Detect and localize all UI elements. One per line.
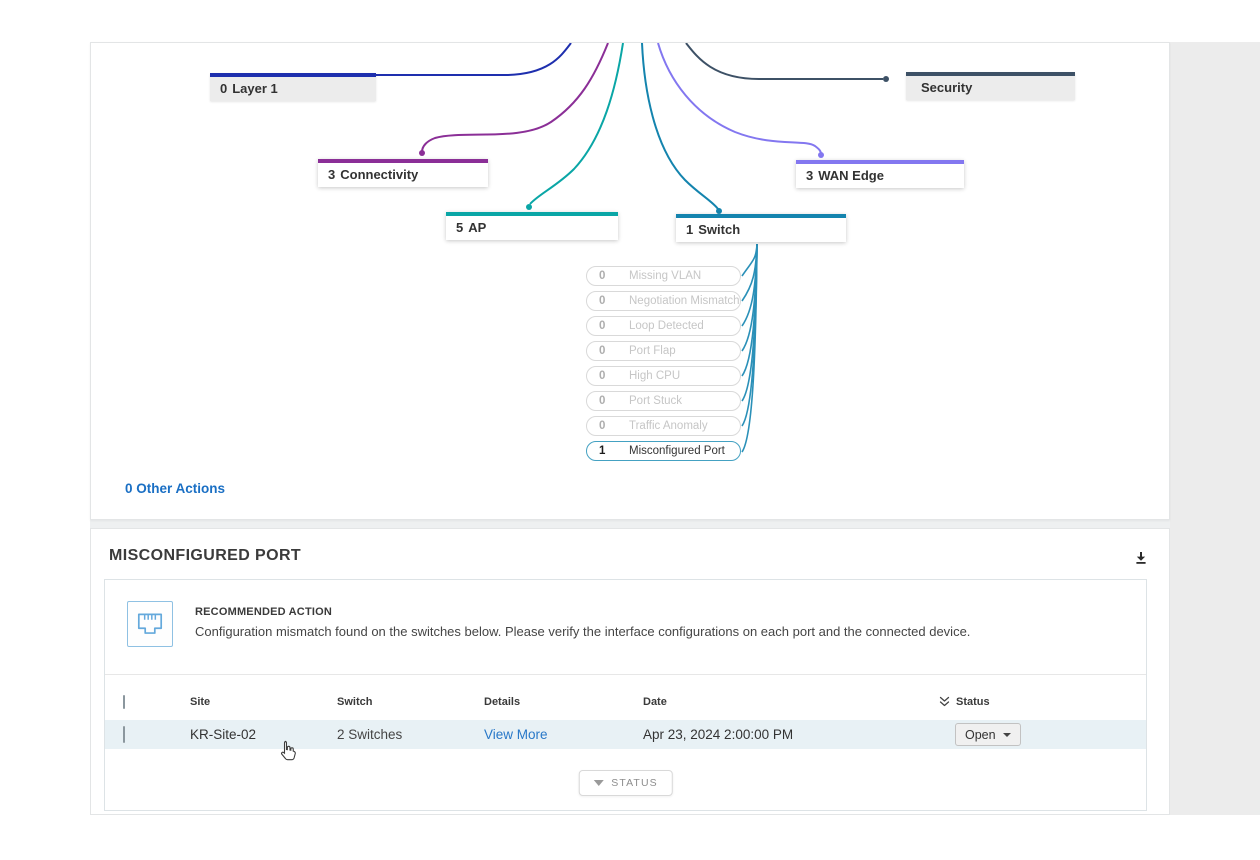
category-name: Security <box>921 80 972 95</box>
category-count: 3 <box>328 167 335 182</box>
switch-issue-list: 0Missing VLAN 0Negotiation Mismatch 0Loo… <box>586 266 741 461</box>
issue-pill-negotiation-mismatch: 0Negotiation Mismatch <box>586 291 741 311</box>
panel-gap <box>90 520 1170 528</box>
category-name: Layer 1 <box>232 81 278 96</box>
row-checkbox[interactable] <box>123 726 125 743</box>
table-row[interactable]: KR-Site-02 2 Switches View More Apr 23, … <box>105 720 1146 749</box>
category-name: Connectivity <box>340 167 418 182</box>
issue-pill-misconfigured-port[interactable]: 1Misconfigured Port <box>586 441 741 461</box>
download-glyph <box>1133 550 1149 566</box>
section-title: MISCONFIGURED PORT <box>109 547 301 565</box>
caret-down-icon <box>1003 733 1011 737</box>
category-name: WAN Edge <box>818 168 884 183</box>
column-header-details: Details <box>484 696 643 708</box>
page-gutter <box>1170 42 1260 815</box>
issue-pill-port-stuck: 0Port Stuck <box>586 391 741 411</box>
recommended-action-description: Configuration mismatch found on the swit… <box>195 624 1095 639</box>
connector-dot-ap <box>526 204 532 210</box>
connector-dot-wan-edge <box>818 152 824 158</box>
connector-layer1 <box>376 43 571 75</box>
column-header-switch: Switch <box>337 696 484 708</box>
column-header-status: Status <box>956 696 990 708</box>
misconfigured-port-panel: MISCONFIGURED PORT RECOMMENDED ACTION Co… <box>90 528 1170 815</box>
category-count: 3 <box>806 168 813 183</box>
other-actions-link[interactable]: 0 Other Actions <box>125 481 225 496</box>
issue-pill-traffic-anomaly: 0Traffic Anomaly <box>586 416 741 436</box>
category-card-connectivity[interactable]: 3 Connectivity <box>318 159 488 187</box>
status-filter-label: STATUS <box>611 777 657 789</box>
category-count: 1 <box>686 222 693 237</box>
view-more-link[interactable]: View More <box>484 727 548 742</box>
category-name: AP <box>468 220 486 235</box>
ethernet-port-icon <box>127 601 173 647</box>
category-card-wan-edge[interactable]: 3 WAN Edge <box>796 160 964 188</box>
row-status-dropdown[interactable]: Open <box>955 723 1021 746</box>
connector-security <box>686 43 883 79</box>
recommended-action-heading: RECOMMENDED ACTION <box>195 606 332 618</box>
issue-pill-missing-vlan: 0Missing VLAN <box>586 266 741 286</box>
connector-switch <box>642 43 718 209</box>
row-status-value: Open <box>965 728 996 742</box>
cell-site: KR-Site-02 <box>190 727 337 742</box>
column-header-date: Date <box>643 696 939 708</box>
download-icon[interactable] <box>1131 549 1151 569</box>
table-divider <box>105 674 1146 675</box>
cell-date: Apr 23, 2024 2:00:00 PM <box>643 727 939 742</box>
issue-pill-loop-detected: 0Loop Detected <box>586 316 741 336</box>
category-card-layer1[interactable]: 0 Layer 1 <box>210 73 376 101</box>
cell-switch: 2 Switches <box>337 727 484 742</box>
category-card-ap[interactable]: 5 AP <box>446 212 618 240</box>
actions-tree-panel: 0 Layer 1 3 Connectivity 5 AP 1 Switch 3 WAN … <box>90 42 1170 520</box>
connector-dot-connectivity <box>419 150 425 156</box>
issue-pill-high-cpu: 0High CPU <box>586 366 741 386</box>
select-all-checkbox[interactable] <box>123 695 125 709</box>
connector-connectivity <box>422 43 608 152</box>
column-header-site: Site <box>190 696 337 708</box>
category-card-switch[interactable]: 1 Switch <box>676 214 846 242</box>
status-filter-button[interactable]: STATUS <box>578 770 672 796</box>
category-count: 0 <box>220 81 227 96</box>
page: 0 Layer 1 3 Connectivity 5 AP 1 Switch 3 WAN … <box>0 0 1260 860</box>
connector-wan-edge <box>658 43 821 154</box>
triangle-down-icon <box>593 780 603 786</box>
connector-dot-security <box>883 76 889 82</box>
recommended-action-card: RECOMMENDED ACTION Configuration mismatc… <box>104 579 1147 811</box>
category-name: Switch <box>698 222 740 237</box>
table-header-row: Site Switch Details Date Status <box>105 684 1146 720</box>
category-card-security[interactable]: Security <box>906 72 1075 100</box>
double-chevron-down-icon[interactable] <box>939 696 950 708</box>
category-count: 5 <box>456 220 463 235</box>
issue-pill-port-flap: 0Port Flap <box>586 341 741 361</box>
